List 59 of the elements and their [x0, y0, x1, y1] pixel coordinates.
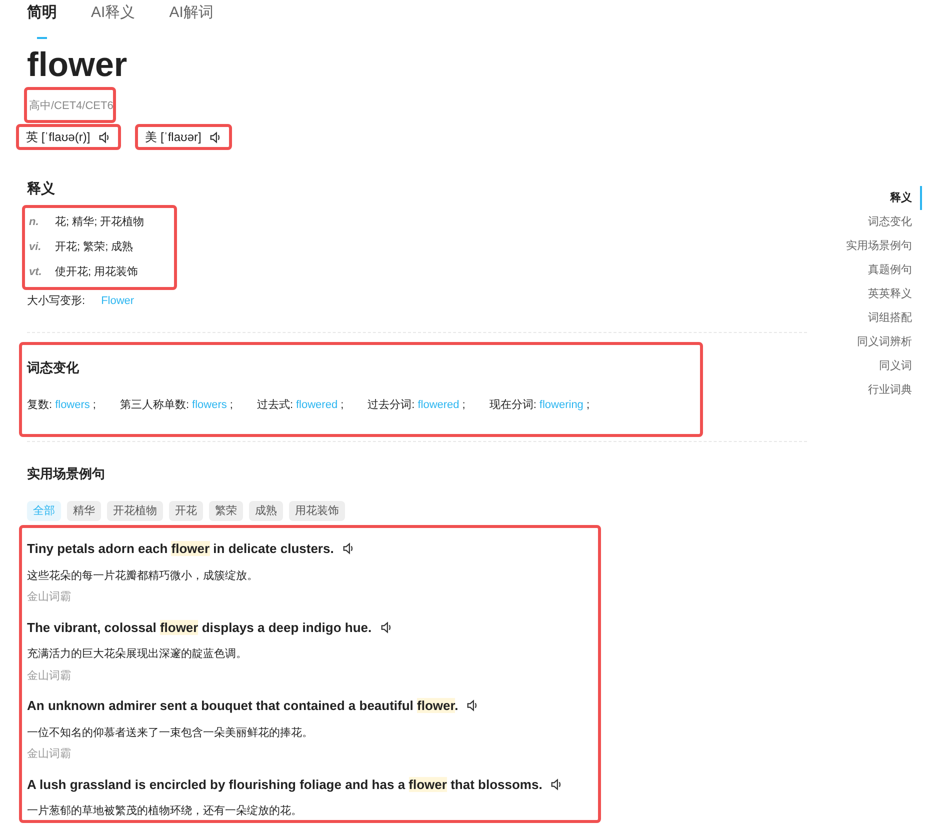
example-source: 金山词霸 — [27, 747, 72, 762]
nav-link[interactable]: 释义 — [890, 186, 922, 210]
part-of-speech: n. — [29, 215, 40, 230]
example-sentence: The vibrant, colossal flower displays a deep indigo hue. — [27, 618, 372, 637]
inflection-label: 现在分词: — [489, 398, 536, 413]
nav-link[interactable]: 行业词典 — [868, 378, 922, 402]
phonetic: 英 [ˈflaʊə(r)] — [26, 129, 90, 146]
phonetic: 美 [ˈflaʊər] — [145, 129, 202, 146]
example-translation: 充满活力的巨大花朵展现出深邃的靛蓝色调。 — [27, 646, 248, 662]
example-sentence: A lush grassland is encircled by flourishing foliage and has a flower that blossoms. — [27, 776, 542, 794]
nav-link[interactable]: 真题例句 — [868, 258, 922, 282]
filter-chip[interactable]: 用花装饰 — [289, 501, 345, 521]
example-translation: 一片葱郁的草地被繁茂的植物环绕，还有一朵绽放的花。 — [27, 804, 303, 819]
nav-link[interactable]: 同义词辨析 — [857, 330, 922, 354]
speaker-icon[interactable] — [98, 130, 112, 144]
example-sentence: Tiny petals adorn each flower in delicate clusters. — [27, 540, 334, 558]
separator: ; — [230, 398, 233, 413]
tab[interactable]: AI解词 — [169, 3, 214, 39]
definition: 使开花; 用花装饰 — [55, 265, 138, 280]
filter-chip[interactable]: 开花植物 — [107, 501, 163, 521]
tab[interactable]: 简明 — [27, 3, 57, 39]
section-title: 词态变化 — [27, 358, 80, 376]
nav-link[interactable]: 同义词 — [879, 354, 922, 378]
nav-link[interactable]: 词态变化 — [868, 210, 922, 234]
inflection-label: 过去式: — [256, 398, 293, 413]
section-title: 释义 — [27, 179, 56, 198]
part-of-speech: vi. — [29, 240, 42, 256]
inflection-label: 过去分词: — [368, 398, 415, 413]
example-source: 金山词霸 — [27, 590, 72, 605]
speaker-icon[interactable] — [466, 699, 480, 712]
part-of-speech: vt. — [29, 265, 43, 280]
definition: 花; 精华; 开花植物 — [55, 215, 144, 230]
speaker-icon[interactable] — [380, 620, 393, 634]
speaker-icon[interactable] — [209, 130, 222, 144]
nav-link[interactable]: 英英释义 — [868, 282, 922, 306]
filter-chip[interactable]: 成熟 — [249, 501, 283, 521]
example-source: 金山词霸 — [27, 668, 72, 684]
speaker-icon[interactable] — [342, 542, 355, 556]
separator: ; — [462, 398, 466, 413]
definition: 开花; 繁荣; 成熟 — [55, 240, 134, 256]
nav-link[interactable]: 实用场景例句 — [846, 234, 922, 258]
example-translation: 一位不知名的仰慕者送来了一束包含一朵美丽鲜花的捧花。 — [27, 726, 314, 740]
inflection-label: 第三人称单数: — [120, 398, 190, 413]
headword: flower — [27, 45, 128, 85]
speaker-icon[interactable] — [550, 778, 564, 791]
separator: ; — [92, 398, 96, 413]
tab[interactable]: AI释义 — [91, 3, 136, 39]
section-title: 实用场景例句 — [27, 464, 106, 482]
example-translation: 这些花朵的每一片花瓣都精巧微小，成簇绽放。 — [27, 568, 259, 584]
level-tags: 高中/CET4/CET6 — [29, 100, 114, 112]
filter-chip[interactable]: 精华 — [67, 501, 101, 521]
separator: ; — [586, 398, 590, 413]
separator: ; — [340, 398, 344, 413]
filter-chip[interactable]: 开花 — [169, 501, 203, 521]
case-label: 大小写变形: — [27, 294, 86, 309]
example-sentence: An unknown admirer sent a bouquet that contained a beautiful flower. — [27, 697, 458, 715]
nav-link[interactable]: 词组搭配 — [868, 306, 922, 330]
filter-chip[interactable]: 繁荣 — [209, 501, 243, 521]
inflection-label: 复数: — [27, 398, 52, 413]
